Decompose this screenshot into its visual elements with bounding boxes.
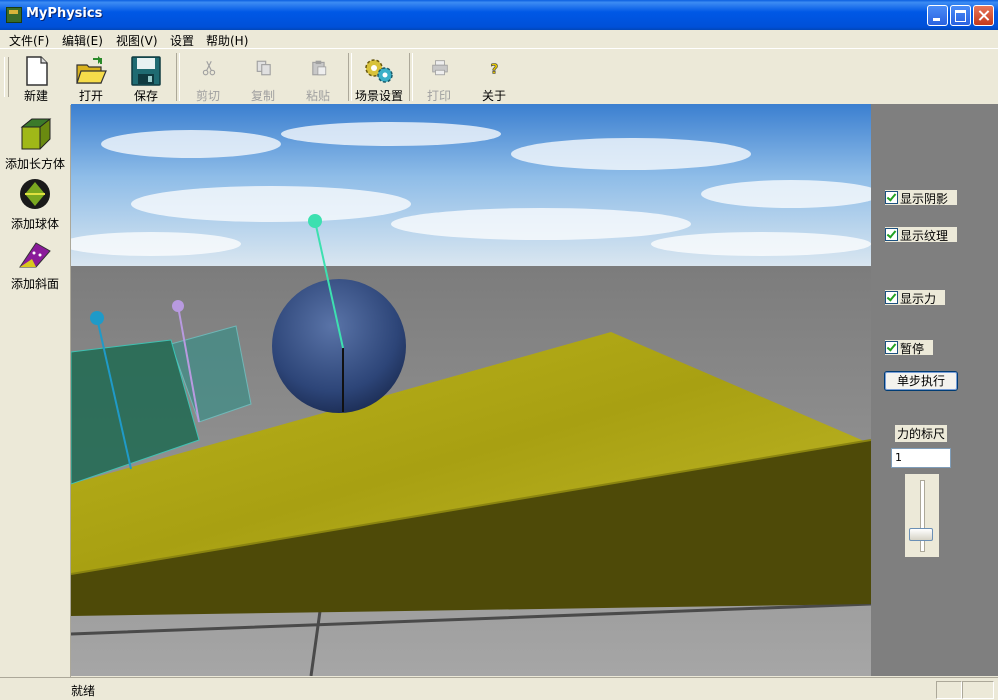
menu-view[interactable]: 视图(V) [116, 32, 158, 49]
checkbox-checked-icon [885, 291, 898, 304]
toolbar-separator [176, 53, 180, 101]
printer-icon [432, 60, 448, 76]
cut-label: 剪切 [195, 89, 220, 103]
open-folder-icon [76, 56, 107, 84]
copy-button[interactable]: 复制 [237, 51, 289, 103]
copy-label: 复制 [250, 89, 275, 103]
show-texture-checkbox[interactable]: 显示纹理 [885, 227, 957, 243]
cube-icon [20, 118, 52, 150]
new-label: 新建 [23, 89, 48, 103]
app-icon [6, 7, 22, 23]
show-shadow-label: 显示阴影 [900, 192, 949, 206]
add-box-button[interactable]: 添加长方体 [0, 115, 70, 175]
show-force-label: 显示力 [900, 292, 937, 306]
help-question-icon: ? [490, 61, 499, 78]
menu-bar: 文件(F) 编辑(E) 视图(V) 设置 帮助(H) [0, 30, 998, 48]
sphere-icon [20, 179, 50, 209]
minimize-button[interactable] [927, 5, 948, 26]
step-button[interactable]: 单步执行 [884, 371, 958, 391]
sphere-object [272, 279, 406, 413]
about-label: 关于 [481, 89, 506, 103]
about-button[interactable]: ? 关于 [468, 51, 520, 103]
pause-checkbox[interactable]: 暂停 [885, 340, 933, 356]
menu-edit[interactable]: 编辑(E) [62, 32, 103, 49]
status-bar: 就绪 [0, 677, 998, 700]
checkbox-checked-icon [885, 191, 898, 204]
scene-settings-label: 场景设置 [354, 89, 403, 103]
app-window: MyPhysics 文件(F) 编辑(E) 视图(V) 设置 帮助(H) 新建 [0, 0, 998, 700]
3d-viewport[interactable] [71, 104, 871, 676]
checkbox-checked-icon [885, 341, 898, 354]
status-pane [936, 681, 962, 699]
add-ramp-label: 添加斜面 [10, 277, 59, 291]
paste-button[interactable]: 粘贴 [292, 51, 344, 103]
paste-clipboard-icon [312, 60, 327, 76]
gears-icon [365, 59, 393, 83]
new-button[interactable]: 新建 [10, 51, 62, 103]
object-palette: 添加长方体 添加球体 添加斜面 [0, 105, 71, 677]
new-document-icon [26, 56, 48, 86]
slider-thumb[interactable] [909, 527, 933, 541]
menu-help[interactable]: 帮助(H) [206, 32, 248, 49]
save-button[interactable]: 保存 [120, 51, 172, 103]
force-scale-label: 力的标尺 [895, 425, 948, 442]
show-force-checkbox[interactable]: 显示力 [885, 290, 945, 306]
status-pane [962, 681, 994, 699]
save-label: 保存 [133, 89, 158, 103]
window-title: MyPhysics [26, 6, 103, 21]
show-shadow-checkbox[interactable]: 显示阴影 [885, 190, 957, 206]
copy-icon [256, 60, 271, 76]
menu-file[interactable]: 文件(F) [9, 32, 49, 49]
open-label: 打开 [78, 89, 103, 103]
add-sphere-button[interactable]: 添加球体 [0, 175, 70, 235]
open-button[interactable]: 打开 [65, 51, 117, 103]
control-panel: 显示阴影 显示纹理 显示力 暂停 单步执行 力的标尺 1 [871, 104, 998, 676]
status-text: 就绪 [71, 684, 96, 698]
force-scale-input[interactable]: 1 [891, 448, 951, 468]
force-tip-box2 [172, 300, 184, 312]
add-box-label: 添加长方体 [4, 157, 65, 171]
show-texture-label: 显示纹理 [900, 229, 949, 243]
force-scale-slider[interactable] [905, 474, 939, 557]
cut-button[interactable]: 剪切 [182, 51, 234, 103]
svg-text:?: ? [491, 62, 499, 78]
toolbar: 新建 打开 保存 剪切 复制 粘贴 场景设置 打印 ? 关于 [0, 48, 998, 106]
checkbox-checked-icon [885, 228, 898, 241]
paste-label: 粘贴 [305, 89, 330, 103]
print-button[interactable]: 打印 [413, 51, 465, 103]
scissors-icon [202, 60, 216, 76]
toolbar-grip[interactable] [4, 57, 9, 97]
title-bar[interactable]: MyPhysics [0, 0, 998, 30]
slider-track [920, 480, 925, 552]
ramp-icon [19, 242, 51, 268]
maximize-button[interactable] [950, 5, 971, 26]
scene-settings-button[interactable]: 场景设置 [352, 51, 406, 103]
close-button[interactable] [973, 5, 994, 26]
menu-settings[interactable]: 设置 [170, 32, 194, 49]
physics-scene-render [71, 104, 871, 676]
force-tip-sphere [308, 214, 322, 228]
add-ramp-button[interactable]: 添加斜面 [0, 235, 70, 295]
floppy-disk-icon [131, 56, 161, 86]
pause-label: 暂停 [900, 342, 925, 356]
force-tip-box1 [90, 311, 104, 325]
print-label: 打印 [426, 89, 451, 103]
add-sphere-label: 添加球体 [10, 217, 59, 231]
